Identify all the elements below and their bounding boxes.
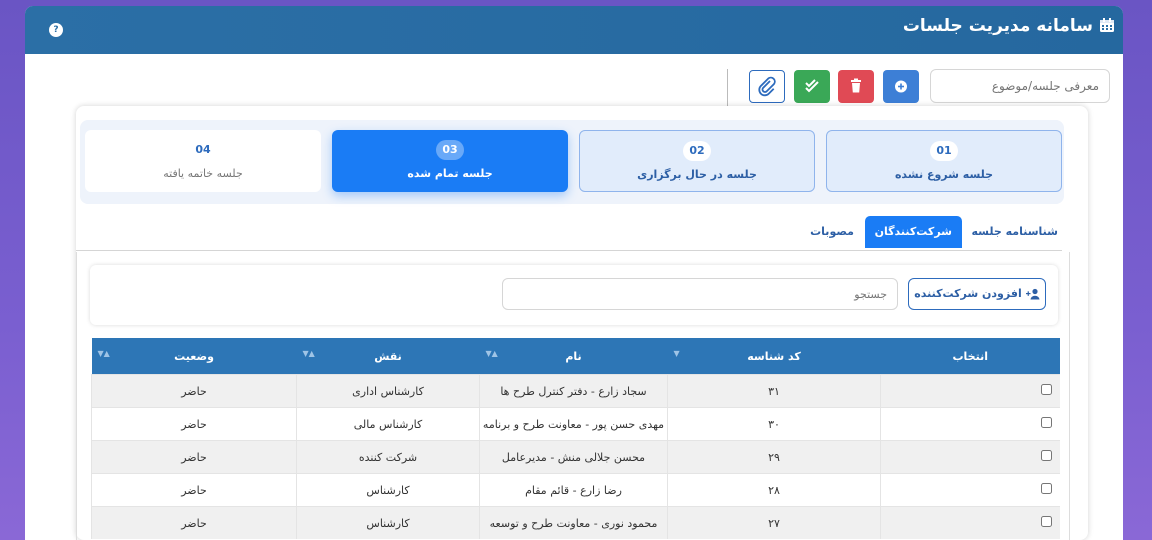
calendar-icon	[1100, 18, 1114, 32]
sort-icon: ▲▼	[485, 349, 498, 358]
step-label: جلسه در حال برگزاری	[637, 168, 757, 181]
add-participant-label: افزودن شرکت‌کننده	[914, 287, 1022, 300]
cell-status: حاضر	[91, 473, 297, 507]
session-panel: 01 جلسه شروع نشده 02 جلسه در حال برگزاری…	[76, 106, 1088, 540]
help-icon[interactable]: ?	[49, 23, 63, 37]
column-label: انتخاب	[952, 349, 988, 363]
step-label: جلسه شروع نشده	[894, 168, 994, 181]
sort-icon: ▲▼	[97, 349, 110, 358]
plus-circle-icon	[895, 80, 907, 93]
cell-code: ۳۰	[667, 407, 881, 441]
app-header: سامانه مدیریت جلسات ?	[25, 6, 1123, 54]
cell-name: رضا زارع - قائم مقام	[479, 473, 668, 507]
attach-button[interactable]	[749, 70, 785, 103]
toolbar	[25, 69, 1123, 109]
step-finished[interactable]: 03 جلسه تمام شده	[332, 130, 568, 192]
approve-button[interactable]	[794, 70, 830, 103]
cell-name: سجاد زارع - دفتر کنترل طرح ها	[479, 374, 668, 408]
cell-status: حاضر	[91, 506, 297, 539]
step-number: 02	[683, 141, 711, 161]
table-header-row: انتخاب کد شناسه ▼ نام ▲▼ نقش ▲▼ وضعیت ▲▼	[91, 338, 1060, 375]
add-button[interactable]	[883, 70, 919, 103]
row-checkbox[interactable]	[1041, 483, 1052, 494]
column-label: نام	[565, 349, 582, 363]
select-cell	[880, 407, 1060, 441]
cell-role: کارشناس	[296, 506, 480, 539]
tab-session-info[interactable]: شناسنامه جلسه	[962, 216, 1068, 248]
cell-status: حاضر	[91, 440, 297, 474]
table-row: ۲۹ محسن جلالی منش - مدیرعامل شرکت کننده …	[91, 440, 1060, 474]
cell-status: حاضر	[91, 407, 297, 441]
col-code[interactable]: کد شناسه ▼	[667, 338, 881, 375]
col-select: انتخاب	[880, 338, 1060, 375]
cell-name: محسن جلالی منش - مدیرعامل	[479, 440, 668, 474]
select-cell	[880, 440, 1060, 474]
sort-icon: ▲▼	[302, 349, 315, 358]
status-steps: 01 جلسه شروع نشده 02 جلسه در حال برگزاری…	[80, 120, 1064, 204]
cell-role: کارشناس مالی	[296, 407, 480, 441]
table-row: ۳۰ مهدی حسن پور - معاونت طرح و برنامه کا…	[91, 407, 1060, 441]
user-plus-icon	[1025, 288, 1040, 300]
step-number: 04	[195, 143, 211, 156]
add-participant-button[interactable]: افزودن شرکت‌کننده	[908, 278, 1046, 310]
sort-icon: ▼	[673, 349, 680, 358]
participants-table: انتخاب کد شناسه ▼ نام ▲▼ نقش ▲▼ وضعیت ▲▼ ۳۱ …	[91, 338, 1060, 539]
topic-input[interactable]	[930, 69, 1110, 103]
select-cell	[880, 374, 1060, 408]
search-input[interactable]	[502, 278, 898, 310]
participants-content: افزودن شرکت‌کننده انتخاب کد شناسه ▼ نام ▲▼…	[76, 252, 1070, 540]
cell-code: ۲۸	[667, 473, 881, 507]
cell-role: کارشناس اداری	[296, 374, 480, 408]
delete-button[interactable]	[838, 70, 874, 103]
table-row: ۳۱ سجاد زارع - دفتر کنترل طرح ها کارشناس…	[91, 374, 1060, 408]
row-checkbox[interactable]	[1041, 516, 1052, 527]
toolbar-divider	[727, 69, 728, 107]
cell-status: حاضر	[91, 374, 297, 408]
table-row: ۲۸ رضا زارع - قائم مقام کارشناس حاضر	[91, 473, 1060, 507]
step-number: 01	[930, 141, 958, 161]
cell-code: ۲۹	[667, 440, 881, 474]
row-checkbox[interactable]	[1041, 384, 1052, 395]
double-check-icon	[805, 79, 819, 93]
select-cell	[880, 506, 1060, 539]
participants-toolbar: افزودن شرکت‌کننده	[90, 265, 1058, 325]
row-checkbox[interactable]	[1041, 417, 1052, 428]
trash-icon	[851, 78, 861, 93]
select-cell	[880, 473, 1060, 507]
cell-role: شرکت کننده	[296, 440, 480, 474]
step-label: جلسه تمام شده	[407, 167, 493, 180]
app-title: سامانه مدیریت جلسات	[902, 16, 1093, 36]
cell-name: محمود نوری - معاونت طرح و توسعه	[479, 506, 668, 539]
step-not-started[interactable]: 01 جلسه شروع نشده	[826, 130, 1062, 192]
step-in-progress[interactable]: 02 جلسه در حال برگزاری	[579, 130, 815, 192]
cell-role: کارشناس	[296, 473, 480, 507]
col-role[interactable]: نقش ▲▼	[296, 338, 480, 375]
col-status[interactable]: وضعیت ▲▼	[91, 338, 297, 375]
row-checkbox[interactable]	[1041, 450, 1052, 461]
tab-resolutions[interactable]: مصوبات	[800, 216, 864, 248]
step-closed[interactable]: 04 جلسه خاتمه یافته	[85, 130, 321, 192]
session-tabs: شناسنامه جلسه شرکت‌کنندگان مصوبات	[76, 214, 1062, 251]
cell-code: ۲۷	[667, 506, 881, 539]
tab-participants[interactable]: شرکت‌کنندگان	[864, 216, 962, 248]
cell-name: مهدی حسن پور - معاونت طرح و برنامه	[479, 407, 668, 441]
step-label: جلسه خاتمه یافته	[163, 167, 243, 180]
paperclip-icon	[758, 76, 776, 97]
column-label: نقش	[374, 349, 402, 363]
cell-code: ۳۱	[667, 374, 881, 408]
col-name[interactable]: نام ▲▼	[479, 338, 668, 375]
app-window: سامانه مدیریت جلسات ? معرفی جلسه/موضوع 0…	[25, 6, 1123, 540]
step-number: 03	[436, 140, 464, 160]
column-label: کد شناسه	[747, 349, 801, 363]
table-row: ۲۷ محمود نوری - معاونت طرح و توسعه کارشن…	[91, 506, 1060, 539]
column-label: وضعیت	[174, 349, 214, 363]
